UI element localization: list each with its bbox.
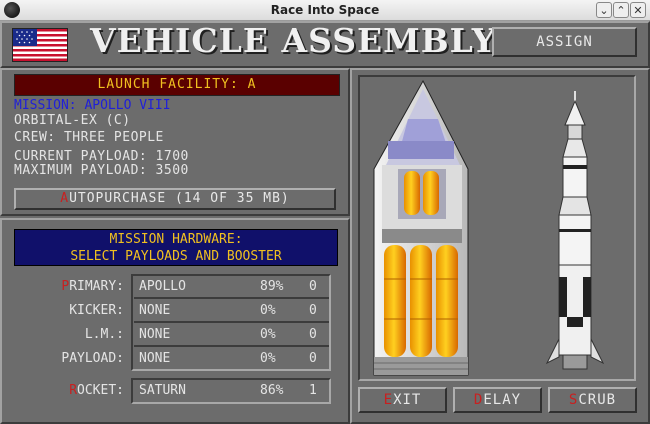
mission-hardware-header: MISSION HARDWARE: SELECT PAYLOADS AND BO… — [14, 229, 338, 266]
payload-label[interactable]: PAYLOAD: — [12, 351, 124, 366]
current-payload: CURRENT PAYLOAD: 1700 — [14, 149, 189, 164]
primary-quantity: 0 — [309, 279, 317, 294]
delay-label: ELAY — [483, 392, 522, 408]
scrub-hotkey: S — [568, 392, 579, 408]
spacecraft-cutaway-icon — [373, 79, 469, 376]
rocket-item[interactable]: SATURN — [139, 383, 186, 398]
scrub-button[interactable]: SCRUB — [548, 387, 637, 413]
autopurchase-hotkey: A — [60, 191, 70, 206]
kicker-item[interactable]: NONE — [139, 303, 170, 318]
kicker-quantity: 0 — [309, 303, 317, 318]
delay-button[interactable]: DELAY — [453, 387, 542, 413]
lm-quantity: 0 — [309, 327, 317, 342]
rocket-quantity: 1 — [309, 383, 317, 398]
kicker-label[interactable]: KICKER: — [12, 303, 124, 318]
crew-info: CREW: THREE PEOPLE — [14, 130, 164, 145]
page-title: VEHICLE ASSEMBLY — [90, 21, 497, 60]
maximize-button[interactable]: ⌃ — [613, 2, 629, 18]
hardware-header-line1: MISSION HARDWARE: — [109, 232, 243, 247]
primary-item[interactable]: APOLLO — [139, 279, 186, 294]
us-flag-icon — [12, 28, 68, 62]
row-divider — [134, 297, 329, 299]
scrub-label: CRUB — [578, 392, 617, 408]
lm-item[interactable]: NONE — [139, 327, 170, 342]
primary-label-text: RIMARY: — [69, 279, 124, 294]
payload-quantity: 0 — [309, 351, 317, 366]
minimize-button[interactable]: ⌄ — [596, 2, 612, 18]
exit-hotkey: E — [383, 392, 394, 408]
kicker-percent: 0% — [260, 303, 276, 318]
window-title: Race Into Space — [270, 3, 380, 17]
rocket-hotkey: R — [69, 383, 78, 398]
rocket-percent: 86% — [260, 383, 284, 398]
maximum-payload: MAXIMUM PAYLOAD: 3500 — [14, 163, 189, 178]
row-divider — [134, 345, 329, 347]
mission-type: ORBITAL-EX (C) — [14, 113, 131, 128]
close-button[interactable]: ✕ — [630, 2, 646, 18]
window-titlebar[interactable]: Race Into Space ⌄ ⌃ ✕ — [0, 0, 650, 21]
exit-button[interactable]: EXIT — [358, 387, 447, 413]
primary-percent: 89% — [260, 279, 284, 294]
rocket-label[interactable]: ROCKET: — [12, 383, 124, 398]
game-screen: VEHICLE ASSEMBLY ASSIGN LAUNCH FACILITY:… — [0, 21, 650, 424]
rocket-label-text: OCKET: — [77, 383, 124, 398]
saturn-rocket-icon — [545, 91, 605, 370]
launch-facility-label: LAUNCH FACILITY: A — [14, 74, 340, 96]
payload-item[interactable]: NONE — [139, 351, 170, 366]
lm-label[interactable]: L.M.: — [12, 327, 124, 342]
mission-name: MISSION: APOLLO VIII — [14, 98, 171, 113]
hardware-header-line2: SELECT PAYLOADS AND BOOSTER — [70, 249, 282, 264]
payload-percent: 0% — [260, 351, 276, 366]
row-divider — [134, 321, 329, 323]
primary-label[interactable]: PRIMARY: — [12, 279, 124, 294]
exit-label: XIT — [393, 392, 422, 408]
autopurchase-label: UTOPURCHASE (14 OF 35 MB) — [69, 191, 290, 206]
lm-percent: 0% — [260, 327, 276, 342]
assign-button[interactable]: ASSIGN — [492, 27, 637, 57]
assign-button-label: ASSIGN — [536, 34, 593, 50]
autopurchase-button[interactable]: AUTOPURCHASE (14 OF 35 MB) — [14, 188, 336, 210]
delay-hotkey: D — [473, 392, 484, 408]
